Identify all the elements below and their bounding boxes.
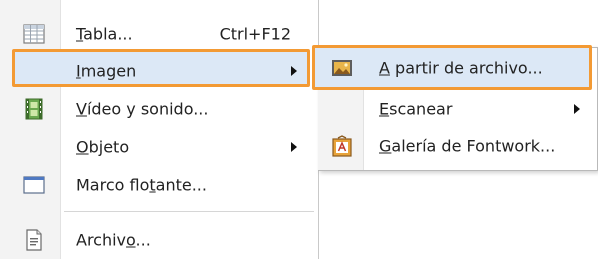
submenu-item-escanear[interactable]: Escanear bbox=[318, 90, 598, 128]
menu-item-tabla[interactable]: Tabla... Ctrl+F12 bbox=[0, 15, 318, 53]
menu-item-archivo-label: Archivo... bbox=[76, 230, 151, 250]
insert-menu: Tabla... Ctrl+F12 Imagen Vídeo y sonido.… bbox=[0, 0, 319, 259]
submenu-item-a-partir-label: A partir de archivo... bbox=[379, 58, 543, 78]
frame-icon bbox=[23, 176, 45, 194]
menu-item-marco-flotante[interactable]: Marco flotante... bbox=[0, 166, 318, 204]
submenu-arrow-icon bbox=[291, 142, 297, 152]
table-icon bbox=[23, 24, 45, 44]
submenu-item-galeria-label: Galería de Fontwork... bbox=[379, 136, 556, 156]
submenu-item-galeria-fontwork[interactable]: Galería de Fontwork... bbox=[318, 127, 598, 165]
menu-item-tabla-shortcut: Ctrl+F12 bbox=[219, 24, 291, 44]
menu-item-marco-flotante-label: Marco flotante... bbox=[76, 175, 207, 195]
fontwork-icon bbox=[332, 135, 352, 157]
document-icon bbox=[26, 229, 42, 251]
submenu-arrow-icon bbox=[291, 66, 297, 76]
menu-item-archivo[interactable]: Archivo... bbox=[0, 221, 318, 259]
menu-screenshot: Tabla... Ctrl+F12 Imagen Vídeo y sonido.… bbox=[0, 0, 598, 259]
menu-item-imagen[interactable]: Imagen bbox=[0, 52, 318, 90]
menu-item-objeto-label: Objeto bbox=[76, 137, 130, 157]
film-icon bbox=[25, 98, 43, 120]
submenu-items: A partir de archivo... Escanear Galería … bbox=[318, 47, 598, 171]
menu-item-imagen-label: Imagen bbox=[76, 61, 137, 81]
submenu-arrow-icon bbox=[574, 104, 580, 114]
menu-item-video-sonido-label: Vídeo y sonido... bbox=[76, 99, 209, 119]
menu-item-tabla-label: Tabla... bbox=[76, 24, 133, 44]
picture-icon bbox=[332, 60, 352, 76]
submenu-item-escanear-label: Escanear bbox=[379, 99, 453, 119]
menu-separator bbox=[64, 211, 314, 212]
menu-item-objeto[interactable]: Objeto bbox=[0, 128, 318, 166]
submenu-item-a-partir-de-archivo[interactable]: A partir de archivo... bbox=[318, 49, 598, 87]
menu-item-video-sonido[interactable]: Vídeo y sonido... bbox=[0, 90, 318, 128]
